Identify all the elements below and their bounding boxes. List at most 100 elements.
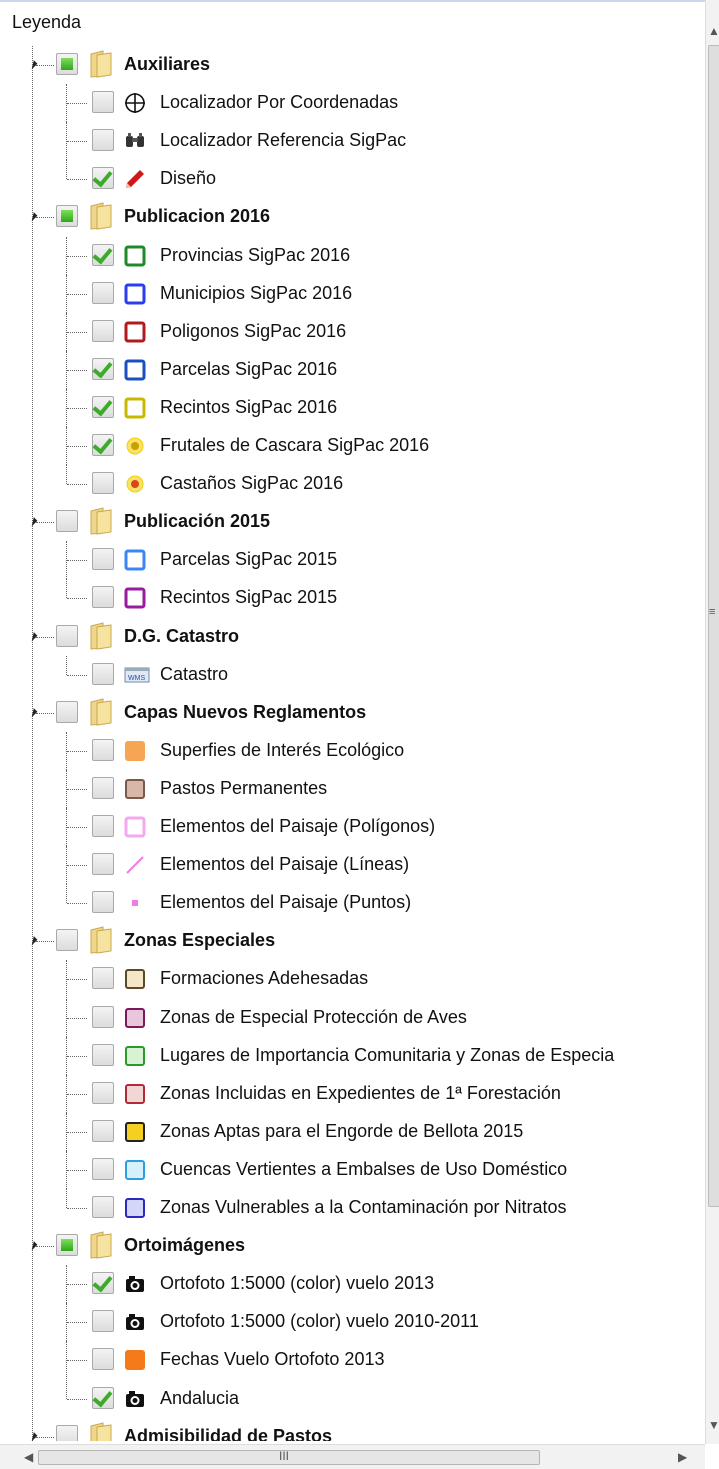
layer-row[interactable]: Elementos del Paisaje (Líneas) — [0, 846, 705, 884]
scroll-left-arrow-icon[interactable]: ◀ — [24, 1450, 33, 1464]
group-checkbox[interactable] — [56, 929, 78, 951]
layer-row[interactable]: Zonas Incluidas en Expedientes de 1ª For… — [0, 1075, 705, 1113]
layer-row[interactable]: Castaños SigPac 2016 — [0, 465, 705, 503]
horizontal-scrollbar[interactable]: ◀ III ▶ — [0, 1444, 705, 1469]
layer-row[interactable]: Recintos SigPac 2015 — [0, 579, 705, 617]
layer-checkbox[interactable] — [92, 1158, 114, 1180]
layer-row[interactable]: Cuencas Vertientes a Embalses de Uso Dom… — [0, 1151, 705, 1189]
layer-row[interactable]: Frutales de Cascara SigPac 2016 — [0, 427, 705, 465]
layer-checkbox[interactable] — [92, 396, 114, 418]
layer-group-row[interactable]: Zonas Especiales — [0, 922, 705, 960]
layer-checkbox[interactable] — [92, 320, 114, 342]
layer-row[interactable]: Pastos Permanentes — [0, 770, 705, 808]
scroll-down-arrow-icon[interactable]: ▼ — [708, 1418, 719, 1432]
group-checkbox[interactable] — [56, 205, 78, 227]
group-checkbox[interactable] — [56, 1234, 78, 1256]
layer-row[interactable]: Zonas de Especial Protección de Aves — [0, 999, 705, 1037]
group-checkbox[interactable] — [56, 510, 78, 532]
layer-checkbox[interactable] — [92, 1310, 114, 1332]
group-checkbox[interactable] — [56, 1425, 78, 1441]
vertical-scrollbar[interactable]: ▲ ≡ ▼ — [705, 0, 719, 1444]
layer-row[interactable]: Zonas Vulnerables a la Contaminación por… — [0, 1189, 705, 1227]
layer-checkbox[interactable] — [92, 1044, 114, 1066]
layer-checkbox[interactable] — [92, 1387, 114, 1409]
horizontal-scroll-thumb[interactable]: III — [38, 1449, 540, 1465]
layer-row[interactable]: Formaciones Adehesadas — [0, 960, 705, 998]
layer-checkbox[interactable] — [92, 1348, 114, 1370]
layer-row[interactable]: Fechas Vuelo Ortofoto 2013 — [0, 1341, 705, 1379]
layer-row[interactable]: Zonas Aptas para el Engorde de Bellota 2… — [0, 1113, 705, 1151]
layer-group-row[interactable]: Publicación 2015 — [0, 503, 705, 541]
group-checkbox[interactable] — [56, 53, 78, 75]
tree-connector — [67, 1132, 87, 1133]
vertical-scroll-thumb[interactable]: ≡ — [708, 45, 719, 1207]
tree-connector — [67, 598, 87, 599]
layer-checkbox[interactable] — [92, 282, 114, 304]
collapse-arrow-icon[interactable] — [26, 211, 36, 221]
layer-checkbox[interactable] — [92, 472, 114, 494]
layer-checkbox[interactable] — [92, 1082, 114, 1104]
layer-row[interactable]: Elementos del Paisaje (Polígonos) — [0, 808, 705, 846]
layer-checkbox[interactable] — [92, 434, 114, 456]
scroll-up-arrow-icon[interactable]: ▲ — [708, 24, 719, 38]
layer-label: Ortofoto 1:5000 (color) vuelo 2013 — [160, 1273, 435, 1293]
layer-checkbox[interactable] — [92, 548, 114, 570]
collapse-arrow-icon[interactable] — [26, 59, 36, 69]
layer-label: Fechas Vuelo Ortofoto 2013 — [160, 1349, 385, 1369]
layer-group-row[interactable]: Admisibilidad de Pastos — [0, 1418, 705, 1441]
layer-checkbox[interactable] — [92, 739, 114, 761]
layer-row[interactable]: Superfies de Interés Ecológico — [0, 732, 705, 770]
tree-connector — [67, 1056, 87, 1057]
layer-row[interactable]: Localizador Por Coordenadas — [0, 84, 705, 122]
layer-label: Zonas Aptas para el Engorde de Bellota 2… — [160, 1121, 524, 1141]
layer-checkbox[interactable] — [92, 91, 114, 113]
collapse-arrow-icon[interactable] — [26, 631, 36, 641]
layer-checkbox[interactable] — [92, 358, 114, 380]
layer-checkbox[interactable] — [92, 663, 114, 685]
layer-checkbox[interactable] — [92, 967, 114, 989]
layer-row[interactable]: WMS Catastro — [0, 656, 705, 694]
layer-row[interactable]: Ortofoto 1:5000 (color) vuelo 2013 — [0, 1265, 705, 1303]
layer-row[interactable]: Parcelas SigPac 2015 — [0, 541, 705, 579]
layer-group-row[interactable]: D.G. Catastro — [0, 618, 705, 656]
layer-checkbox[interactable] — [92, 244, 114, 266]
layer-row[interactable]: Recintos SigPac 2016 — [0, 389, 705, 427]
layer-checkbox[interactable] — [92, 1272, 114, 1294]
layer-checkbox[interactable] — [92, 1120, 114, 1142]
layer-row[interactable]: Provincias SigPac 2016 — [0, 237, 705, 275]
layer-checkbox[interactable] — [92, 1006, 114, 1028]
square-outline-icon — [124, 321, 146, 343]
layer-group-row[interactable]: Publicacion 2016 — [0, 198, 705, 236]
layer-group-row[interactable]: Auxiliares — [0, 46, 705, 84]
collapse-arrow-icon[interactable] — [26, 707, 36, 717]
collapse-arrow-icon[interactable] — [26, 516, 36, 526]
collapse-arrow-icon[interactable] — [26, 1240, 36, 1250]
layer-group-row[interactable]: Ortoimágenes — [0, 1227, 705, 1265]
layer-row[interactable]: Ortofoto 1:5000 (color) vuelo 2010-2011 — [0, 1303, 705, 1341]
layer-tree[interactable]: Auxiliares Localizador Por Coordenadas Loc… — [0, 46, 705, 1441]
tree-branch-line — [66, 465, 67, 484]
layer-row[interactable]: Poligonos SigPac 2016 — [0, 313, 705, 351]
collapse-arrow-icon[interactable] — [26, 1431, 36, 1441]
layer-checkbox[interactable] — [92, 853, 114, 875]
layer-row[interactable]: Municipios SigPac 2016 — [0, 275, 705, 313]
layer-row[interactable]: Localizador Referencia SigPac — [0, 122, 705, 160]
layer-label: Recintos SigPac 2016 — [160, 397, 338, 417]
collapse-arrow-icon[interactable] — [26, 935, 36, 945]
layer-checkbox[interactable] — [92, 167, 114, 189]
scroll-right-arrow-icon[interactable]: ▶ — [678, 1450, 687, 1464]
group-checkbox[interactable] — [56, 625, 78, 647]
layer-checkbox[interactable] — [92, 891, 114, 913]
layer-group-row[interactable]: Capas Nuevos Reglamentos — [0, 694, 705, 732]
layer-row[interactable]: Lugares de Importancia Comunitaria y Zon… — [0, 1037, 705, 1075]
layer-row[interactable]: Diseño — [0, 160, 705, 198]
layer-checkbox[interactable] — [92, 777, 114, 799]
group-checkbox[interactable] — [56, 701, 78, 723]
layer-checkbox[interactable] — [92, 815, 114, 837]
layer-checkbox[interactable] — [92, 1196, 114, 1218]
layer-row[interactable]: Andalucia — [0, 1380, 705, 1418]
layer-row[interactable]: Parcelas SigPac 2016 — [0, 351, 705, 389]
layer-checkbox[interactable] — [92, 586, 114, 608]
layer-row[interactable]: Elementos del Paisaje (Puntos) — [0, 884, 705, 922]
layer-checkbox[interactable] — [92, 129, 114, 151]
